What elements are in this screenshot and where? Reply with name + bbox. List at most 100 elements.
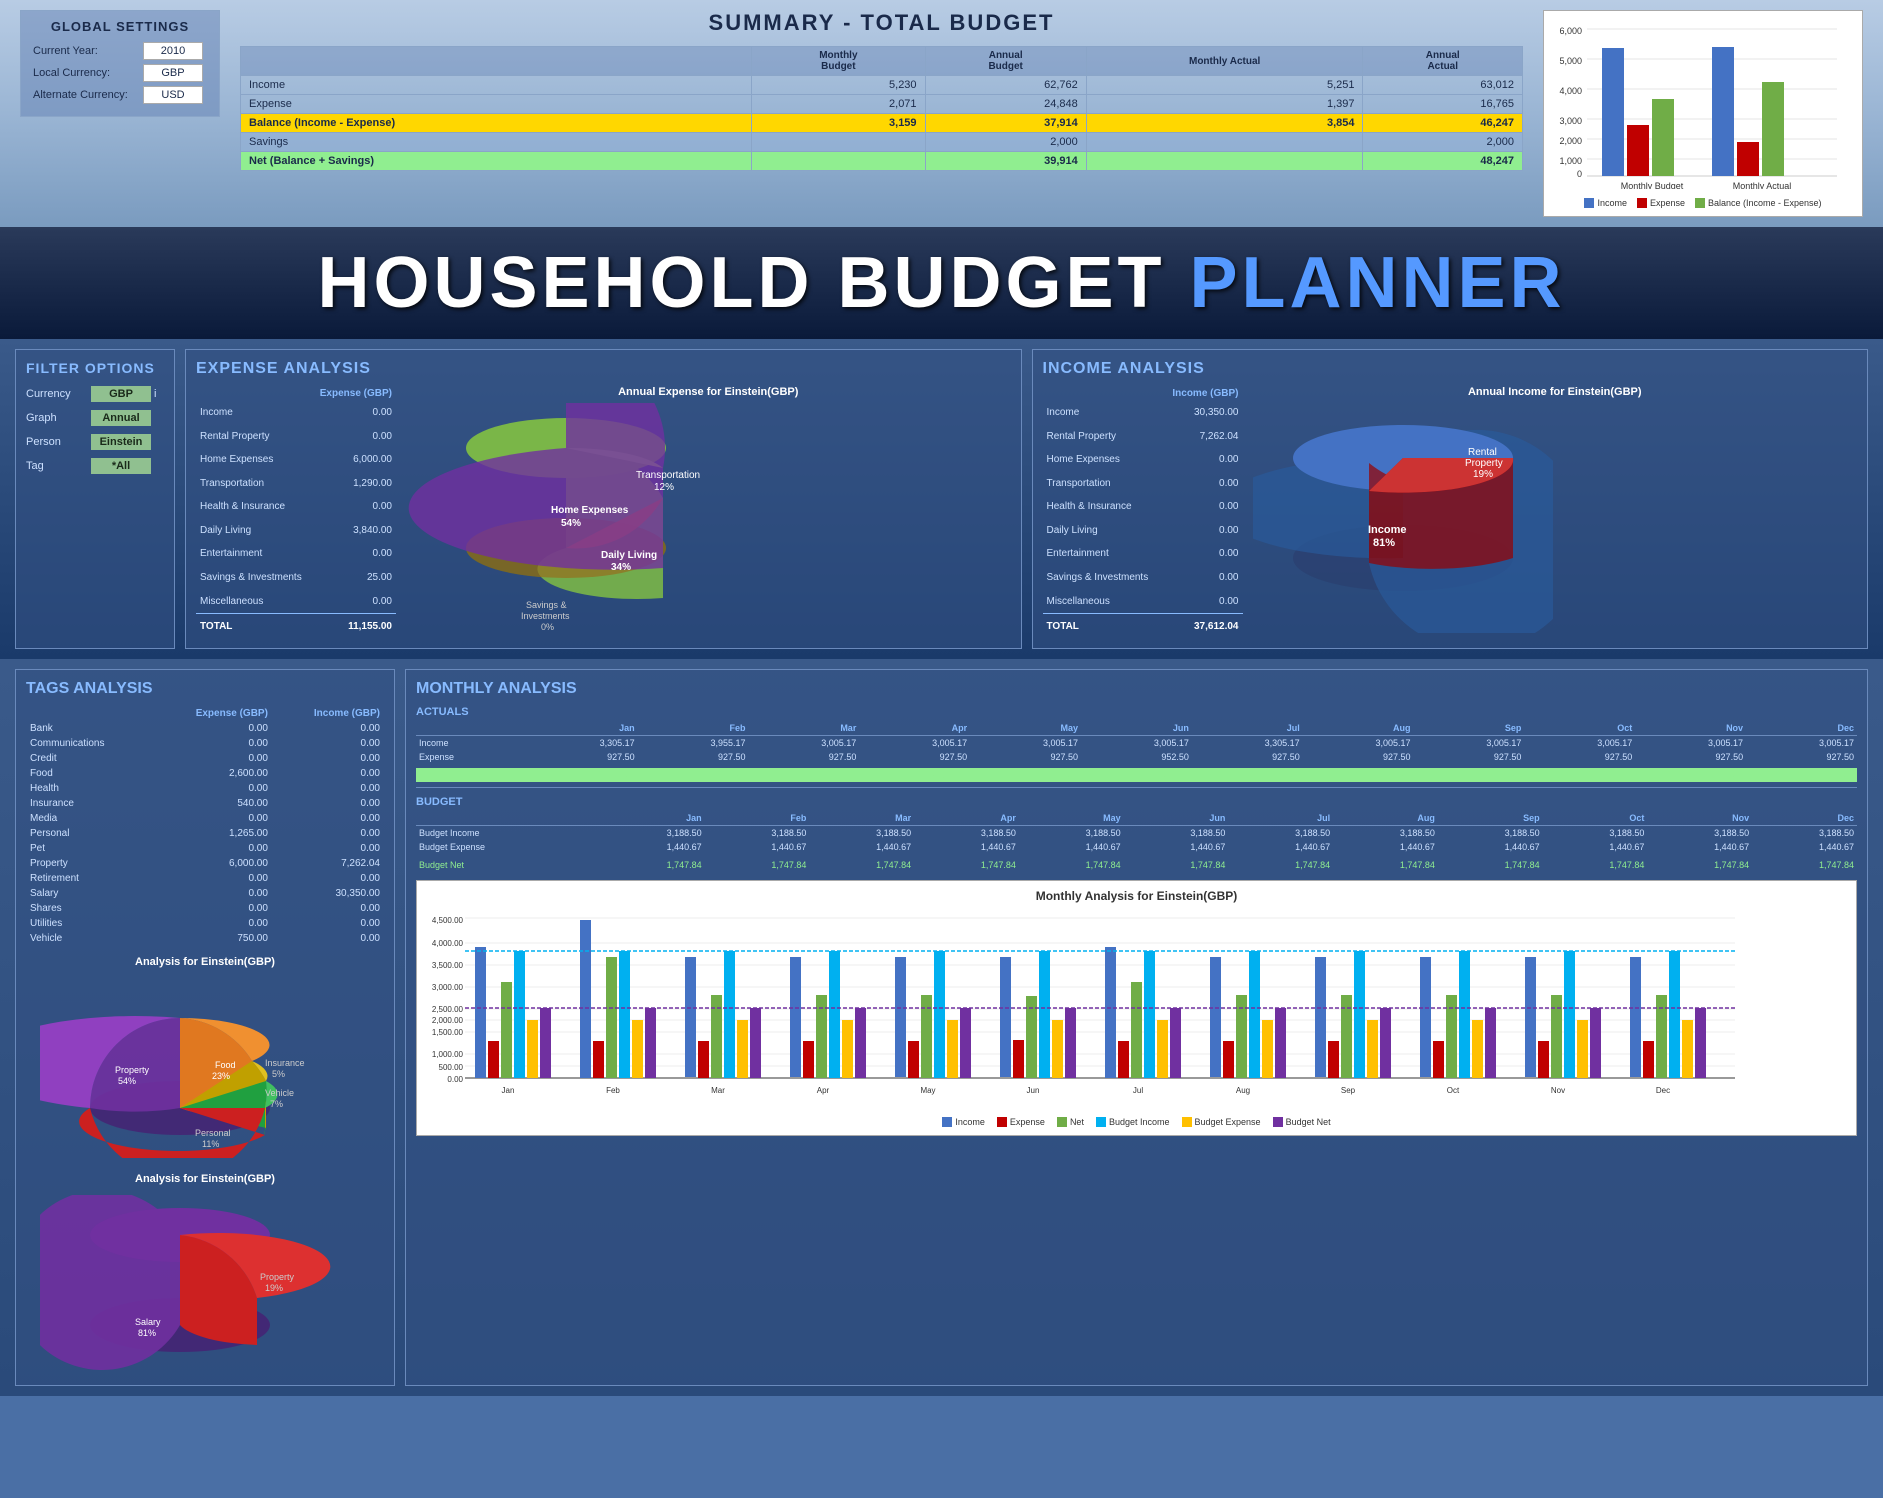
summary-col-label	[241, 47, 752, 76]
svg-text:4,500.00: 4,500.00	[432, 916, 464, 925]
expense-label: Miscellaneous	[196, 589, 332, 613]
expense-value: 25.00	[332, 566, 396, 590]
actuals-expense-val: 927.50	[1192, 750, 1303, 764]
tag-income: 0.00	[272, 841, 384, 856]
actuals-expense-val: 927.50	[970, 750, 1081, 764]
income-analysis-table: Income (GBP) Income30,350.00Rental Prope…	[1043, 386, 1243, 638]
budget-net-val: 1,747.84	[1647, 858, 1752, 872]
summary-bar-chart: 6,000 5,000 4,000 3,000 2,000 1,000 0	[1543, 10, 1863, 217]
tags-table-row: Utilities0.000.00	[26, 916, 384, 931]
income-value: 0.00	[1178, 566, 1243, 590]
filter-graph-label: Graph	[26, 412, 91, 424]
filter-graph-value[interactable]: Annual	[91, 410, 151, 426]
expense-table-row: Savings & Investments25.00	[196, 566, 396, 590]
tags-table: Expense (GBP) Income (GBP) Bank0.000.00C…	[26, 706, 384, 946]
budget-income-label: Budget Income	[416, 826, 600, 841]
budget-expense-val: 1,440.67	[600, 840, 705, 854]
svg-text:1,000.00: 1,000.00	[432, 1050, 464, 1059]
svg-text:Property: Property	[1465, 458, 1503, 469]
filter-tag-row: Tag *All	[26, 458, 164, 474]
budget-net-label: Budget Net	[416, 858, 600, 872]
svg-text:Aug: Aug	[1236, 1086, 1250, 1095]
legend-balance: Balance (Income - Expense)	[1695, 198, 1822, 208]
alt-currency-value[interactable]: USD	[143, 86, 203, 104]
expense-table-row: TOTAL11,155.00	[196, 614, 396, 638]
income-table-row: Daily Living0.00	[1043, 519, 1243, 543]
income-label: Home Expenses	[1043, 448, 1178, 472]
expense-label: Transportation	[196, 472, 332, 496]
actuals-expense-val: 927.50	[1414, 750, 1525, 764]
svg-text:Feb: Feb	[606, 1086, 620, 1095]
budget-col-mar: Mar	[809, 811, 914, 826]
tags-col-income: Income (GBP)	[272, 706, 384, 721]
legend-income-dot-monthly	[942, 1117, 952, 1127]
tags-charts: Analysis for Einstein(GBP)	[26, 956, 384, 1375]
budget-expense-val: 1,440.67	[1228, 840, 1333, 854]
current-year-row: Current Year: 2010	[33, 42, 207, 60]
svg-text:Food: Food	[215, 1060, 236, 1070]
local-currency-value[interactable]: GBP	[143, 64, 203, 82]
actuals-net-val: 2,052.67	[1081, 768, 1192, 782]
expense-chart-title: Annual Expense for Einstein(GBP)	[406, 386, 1011, 398]
filter-tag-value[interactable]: *All	[91, 458, 151, 474]
tags-table-row: Vehicle750.000.00	[26, 931, 384, 946]
actuals-income-val: 3,005.17	[859, 736, 970, 751]
svg-text:0.00: 0.00	[447, 1075, 463, 1084]
tag-expense: 0.00	[151, 841, 272, 856]
global-settings-panel: GLOBAL SETTINGS Current Year: 2010 Local…	[20, 10, 220, 117]
legend-budget-expense-dot-monthly	[1182, 1117, 1192, 1127]
monthly-chart-title: Monthly Analysis for Einstein(GBP)	[425, 889, 1848, 903]
expense-value: 0.00	[332, 542, 396, 566]
legend-budget-net-label-monthly: Budget Net	[1286, 1117, 1331, 1127]
legend-budget-expense-label-monthly: Budget Expense	[1195, 1117, 1261, 1127]
actuals-col-nov: Nov	[1635, 721, 1746, 736]
tag-expense: 0.00	[151, 751, 272, 766]
svg-text:Vehicle: Vehicle	[265, 1088, 294, 1098]
svg-text:3,000.00: 3,000.00	[432, 983, 464, 992]
tag-income: 30,350.00	[272, 886, 384, 901]
bar-monthly-budget-balance	[1652, 99, 1674, 176]
svg-text:81%: 81%	[138, 1328, 156, 1338]
svg-text:5,000: 5,000	[1559, 56, 1582, 66]
budget-subsection: BUDGET Jan Feb Mar Apr May Jun Jul Aug S…	[416, 796, 1857, 872]
monthly-bar-chart-svg: 4,500.00 4,000.00 3,500.00 3,000.00 2,50…	[425, 908, 1745, 1108]
actuals-income-val: 3,005.17	[1635, 736, 1746, 751]
tags-col-expense: Expense (GBP)	[151, 706, 272, 721]
budget-col-label	[416, 811, 600, 826]
tag-income: 0.00	[272, 766, 384, 781]
expense-table-row: Transportation1,290.00	[196, 472, 396, 496]
income-label: Savings & Investments	[1043, 566, 1178, 590]
filter-currency-value[interactable]: GBP	[91, 386, 151, 402]
svg-text:Salary: Salary	[135, 1317, 161, 1327]
budget-expense-val: 1,440.67	[1543, 840, 1648, 854]
expense-analysis-content: Expense (GBP) Income0.00Rental Property0…	[196, 386, 1011, 638]
svg-text:7%: 7%	[270, 1099, 283, 1109]
filter-currency-info: i	[154, 388, 156, 400]
actuals-table: Jan Feb Mar Apr May Jun Jul Aug Sep Oct …	[416, 721, 1857, 782]
tag-label: Salary	[26, 886, 151, 901]
budget-income-val: 3,188.50	[1752, 826, 1857, 841]
budget-col-jan: Jan	[600, 811, 705, 826]
budget-expense-val: 1,440.67	[1752, 840, 1857, 854]
svg-text:1,000: 1,000	[1559, 156, 1582, 166]
current-year-value[interactable]: 2010	[143, 42, 203, 60]
svg-text:Rental: Rental	[1468, 447, 1497, 458]
actuals-expense-val: 927.50	[638, 750, 749, 764]
actuals-col-dec: Dec	[1746, 721, 1857, 736]
svg-text:3,000: 3,000	[1559, 116, 1582, 126]
filter-person-value[interactable]: Einstein	[91, 434, 151, 450]
svg-text:3,500.00: 3,500.00	[432, 961, 464, 970]
legend-income: Income	[1584, 198, 1627, 208]
income-table-row: Savings & Investments0.00	[1043, 566, 1243, 590]
svg-text:54%: 54%	[118, 1076, 136, 1086]
tag-expense: 0.00	[151, 811, 272, 826]
tags-table-row: Insurance540.000.00	[26, 796, 384, 811]
tags-analysis-panel: TAGS ANALYSIS Expense (GBP) Income (GBP)…	[15, 669, 395, 1386]
budget-expense-val: 1,440.67	[1124, 840, 1229, 854]
filter-person-row: Person Einstein	[26, 434, 164, 450]
tag-expense: 0.00	[151, 871, 272, 886]
planner-title-part1: HOUSEHOLD BUDGET	[317, 243, 1189, 323]
budget-income-val: 3,188.50	[600, 826, 705, 841]
expense-table-row: Home Expenses6,000.00	[196, 448, 396, 472]
top-section: GLOBAL SETTINGS Current Year: 2010 Local…	[0, 0, 1883, 227]
